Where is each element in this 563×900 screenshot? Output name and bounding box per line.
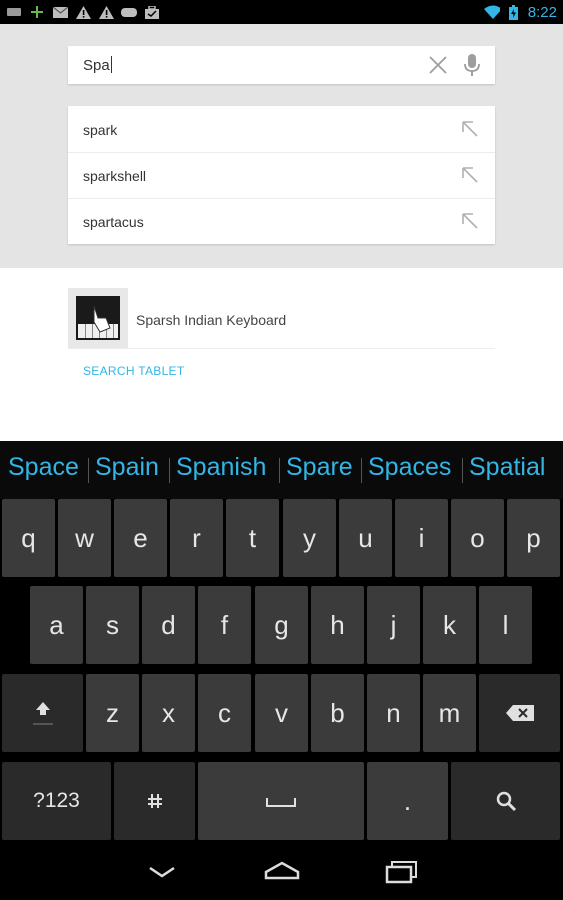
shift-key[interactable]: [2, 674, 83, 752]
query-refine-arrow-icon[interactable]: [461, 166, 479, 184]
notification-icons: [6, 4, 160, 20]
mic-icon[interactable]: [462, 53, 482, 77]
key-p[interactable]: p: [507, 499, 560, 577]
suggestion-completion: rkshell: [105, 168, 147, 184]
key-d[interactable]: d: [142, 586, 195, 664]
period-key[interactable]: .: [367, 762, 448, 840]
candidate-word[interactable]: Spare: [286, 453, 353, 482]
search-panel: Spa spark sparkshell spartacus: [0, 24, 563, 268]
home-icon[interactable]: [262, 858, 302, 886]
candidate-word[interactable]: Space: [8, 453, 79, 482]
key-c[interactable]: c: [198, 674, 251, 752]
candidate-divider: [462, 458, 463, 483]
candidate-divider: [88, 458, 89, 483]
search-input[interactable]: Spa: [68, 46, 495, 84]
key-e[interactable]: e: [114, 499, 167, 577]
suggestion-list: spark sparkshell spartacus: [68, 106, 495, 244]
clock: 8:22: [527, 3, 557, 21]
key-z[interactable]: z: [86, 674, 139, 752]
app-icon: [68, 288, 128, 348]
key-m[interactable]: m: [423, 674, 476, 752]
key-x[interactable]: x: [142, 674, 195, 752]
space-key[interactable]: [198, 762, 364, 840]
suggestion-item[interactable]: spartacus: [68, 198, 495, 244]
key-s[interactable]: s: [86, 586, 139, 664]
recents-icon[interactable]: [382, 858, 422, 886]
sliders-icon: [147, 794, 162, 808]
key-f[interactable]: f: [198, 586, 251, 664]
clear-icon[interactable]: [427, 55, 449, 75]
key-r[interactable]: r: [170, 499, 223, 577]
backspace-icon: [505, 705, 534, 721]
candidate-divider: [361, 458, 362, 483]
search-icon: [496, 791, 516, 812]
suggestion-item[interactable]: spark: [68, 106, 495, 153]
keyboard-icon: [6, 5, 22, 19]
battery-icon: [506, 4, 522, 20]
app-result-item[interactable]: Sparsh Indian Keyboard: [68, 288, 495, 349]
key-o[interactable]: o: [451, 499, 504, 577]
key-i[interactable]: i: [395, 499, 448, 577]
warning-icon: [98, 5, 114, 19]
candidate-bar: Space Spain Spanish Spare Spaces Spatial: [0, 441, 563, 499]
spacebar-icon: [266, 798, 296, 807]
candidate-word[interactable]: Spatial: [469, 453, 545, 482]
gamepad-icon: [121, 5, 137, 19]
key-u[interactable]: u: [339, 499, 392, 577]
search-results: Sparsh Indian Keyboard SEARCH TABLET: [0, 268, 563, 441]
key-y[interactable]: y: [283, 499, 336, 577]
shift-icon: [32, 702, 53, 725]
query-refine-arrow-icon[interactable]: [461, 212, 479, 230]
key-a[interactable]: a: [30, 586, 83, 664]
key-b[interactable]: b: [311, 674, 364, 752]
suggestion-prefix: spa: [83, 214, 106, 230]
key-q[interactable]: q: [2, 499, 55, 577]
key-k[interactable]: k: [423, 586, 476, 664]
key-w[interactable]: w: [58, 499, 111, 577]
candidate-word[interactable]: Spanish: [176, 453, 266, 482]
suggestion-item[interactable]: sparkshell: [68, 152, 495, 199]
suggestion-prefix: spa: [83, 122, 106, 138]
briefcase-icon: [144, 5, 160, 19]
search-query: Spa: [83, 57, 110, 74]
key-n[interactable]: n: [367, 674, 420, 752]
wifi-icon: [483, 5, 500, 19]
key-t[interactable]: t: [226, 499, 279, 577]
status-bar: 8:22: [0, 0, 563, 24]
warning-icon: [75, 5, 91, 19]
suggestion-prefix: spa: [83, 168, 106, 184]
search-tablet-link[interactable]: SEARCH TABLET: [83, 364, 184, 378]
plus-icon: [29, 5, 45, 19]
delete-key[interactable]: [479, 674, 560, 752]
suggestion-completion: rk: [105, 122, 118, 138]
candidate-word[interactable]: Spaces: [368, 453, 451, 482]
key-v[interactable]: v: [255, 674, 308, 752]
back-icon[interactable]: [142, 858, 182, 886]
key-l[interactable]: l: [479, 586, 532, 664]
settings-key[interactable]: [114, 762, 195, 840]
mail-icon: [52, 5, 68, 19]
suggestion-completion: rtacus: [105, 214, 144, 230]
search-key[interactable]: [451, 762, 560, 840]
candidate-divider: [169, 458, 170, 483]
symbols-key[interactable]: ?123: [2, 762, 111, 840]
text-cursor: [110, 56, 112, 73]
key-g[interactable]: g: [255, 586, 308, 664]
soft-keyboard: Space Spain Spanish Spare Spaces Spatial…: [0, 441, 563, 844]
key-h[interactable]: h: [311, 586, 364, 664]
key-j[interactable]: j: [367, 586, 420, 664]
candidate-divider: [279, 458, 280, 483]
candidate-word[interactable]: Spain: [95, 453, 159, 482]
navigation-bar: [0, 844, 563, 900]
app-name: Sparsh Indian Keyboard: [136, 312, 287, 328]
query-refine-arrow-icon[interactable]: [461, 120, 479, 138]
